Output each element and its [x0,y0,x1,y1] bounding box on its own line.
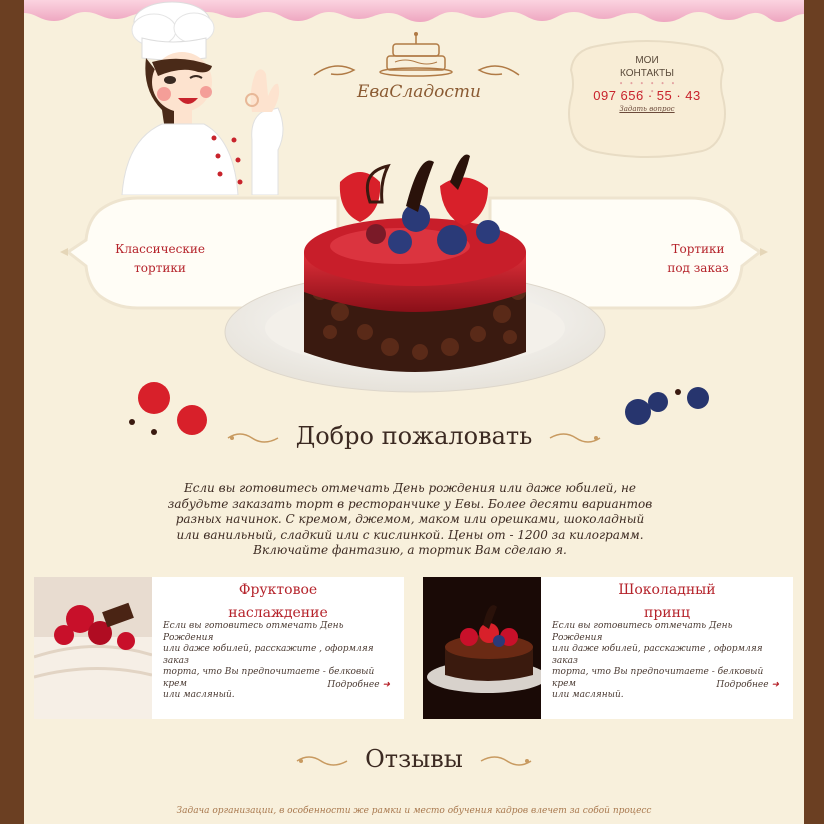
flourish-right-icon [549,432,601,443]
nav-custom-cakes-line1: Тортики [671,242,725,256]
flourish-left-icon [227,432,279,443]
flourish-right-icon [480,755,531,766]
card-title-line1: Фруктовое [238,582,318,598]
nav-classic-cakes[interactable]: Классические тортики [100,240,220,278]
card-text-line: или масляный. [552,690,624,700]
welcome-text: Если вы готовитесь отмечать День рождени… [160,481,660,559]
reviews-title: Отзывы [365,745,463,773]
welcome-title: Добро пожаловать [295,422,533,450]
welcome-heading-row: Добро пожаловать [24,422,804,450]
read-more-label: Подробнее [716,680,769,690]
chocolate-cake-image [423,577,541,719]
welcome-text-line: Включайте фантазию, а тортик Вам сделаю … [253,543,567,557]
ask-question-link[interactable]: Задать вопрос [567,105,727,113]
nav-custom-cakes[interactable]: Тортики под заказ [638,240,758,278]
welcome-text-line: забудьте заказать торт в ресторанчике у … [167,496,653,511]
fruit-cake-image [34,577,152,719]
arrow-right-icon: ➜ [771,680,779,690]
card-text-line: или даже юбилей, расскажите , оформляя з… [552,644,763,666]
brand-logo[interactable]: ЕваСладости [309,30,524,110]
nav-classic-cakes-line1: Классические [115,242,205,256]
card-title: Фруктовое наслаждение [152,579,404,625]
welcome-text-line: разных начинок. С кремом, джемом, маком … [175,512,645,526]
welcome-text-line: или ванильный, сладкий или с кислинкой. … [176,527,644,542]
card-text-line: или даже юбилей, расскажите , оформляя з… [163,644,374,666]
read-more-link[interactable]: Подробнее ➜ [716,680,779,690]
flourish-left-icon [297,755,348,766]
contacts-block: МОИ КОНТАКТЫ • • • • • • • • 097 656 · 5… [567,40,727,158]
nav-custom-cakes-line2: под заказ [667,261,729,275]
berry-cake-image [224,154,606,393]
card-title: Шоколадный принц [541,579,793,625]
welcome-text-line: Если вы готовитесь отмечать День рождени… [183,481,637,495]
logo-text: ЕваСладости [356,82,481,102]
read-more-link[interactable]: Подробнее ➜ [327,680,390,690]
contacts-label-line2: КОНТАКТЫ [620,68,674,79]
page: ЕваСладости МОИ КОНТАКТЫ • • • • • • • •… [24,0,804,824]
read-more-label: Подробнее [327,680,380,690]
card-text-line: Если вы готовитесь отмечать День Рождени… [552,621,733,643]
card-title-line1: Шоколадный [618,582,716,598]
review-text: Задача организации, в особенности же рам… [176,806,652,816]
contacts-label-line1: МОИ [635,55,659,66]
product-card-fruit[interactable]: Фруктовое наслаждение Если вы готовитесь… [34,577,404,719]
nav-classic-cakes-line2: тортики [134,261,186,275]
phone-number[interactable]: 097 656 · 55 · 43 [567,88,727,103]
product-card-chocolate[interactable]: Шоколадный принц Если вы готовитесь отме… [423,577,793,719]
arrow-right-icon: ➜ [382,680,390,690]
card-text-line: или масляный. [163,690,235,700]
card-text-line: Если вы готовитесь отмечать День Рождени… [163,621,344,643]
reviews-heading-row: Отзывы [24,745,804,773]
contacts-label: МОИ КОНТАКТЫ [567,54,727,80]
